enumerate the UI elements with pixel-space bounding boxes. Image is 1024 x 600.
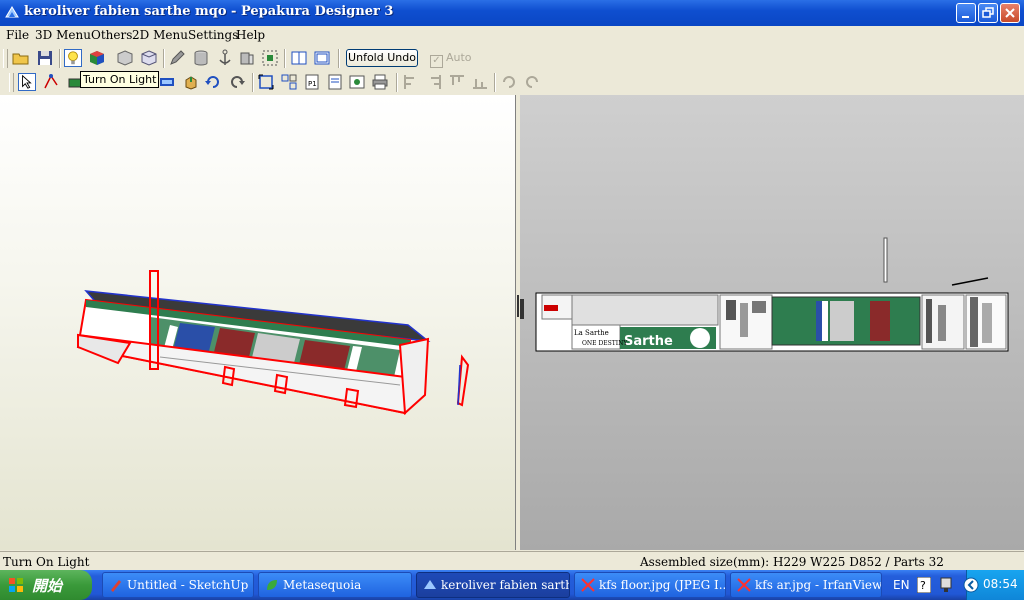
menu-file[interactable]: File <box>6 28 29 42</box>
dual-view-icon[interactable] <box>313 49 331 67</box>
2d-unfold-pane[interactable]: Sarthe La Sarthe ONE DESTINY <box>520 95 1024 550</box>
box-icon[interactable] <box>140 49 158 67</box>
svg-text:P1: P1 <box>308 80 317 88</box>
join-edge-icon[interactable] <box>42 73 60 91</box>
sarthe-logo-text: Sarthe <box>624 334 673 349</box>
leaf-icon <box>267 580 277 590</box>
close-icon <box>1005 8 1015 18</box>
fit-page-icon[interactable] <box>257 73 275 91</box>
3d-view-pane[interactable] <box>0 95 516 550</box>
app-window: keroliver fabien sarthe mqo - Pepakura D… <box>0 0 1024 571</box>
anchor-icon[interactable] <box>216 49 234 67</box>
clock[interactable]: 08:54 <box>983 577 1018 591</box>
network-icon[interactable] <box>940 576 952 594</box>
cylinder-icon[interactable] <box>192 49 210 67</box>
assembled-size: Assembled size(mm): H229 W225 D852 / Par… <box>640 555 944 569</box>
tooltip: Turn On Light <box>80 71 160 88</box>
pepakura-app-icon <box>5 6 19 18</box>
pepakura-task-icon <box>424 580 436 589</box>
task-sketchup[interactable]: Untitled - SketchUp <box>102 572 254 598</box>
align-right-icon <box>431 75 441 89</box>
toolbar-grip[interactable] <box>3 49 8 68</box>
align-icon[interactable] <box>261 49 279 67</box>
start-label: 開始 <box>32 577 63 595</box>
minimize-icon <box>962 16 969 18</box>
save-icon[interactable] <box>36 49 54 67</box>
language-indicator[interactable]: EN <box>893 578 910 592</box>
help-icon[interactable]: ? <box>917 577 931 593</box>
check-icon: ✓ <box>430 55 443 68</box>
menu-3d[interactable]: 3D Menu <box>35 28 91 42</box>
align-left-icon <box>404 75 414 89</box>
irfanview-icon <box>737 578 751 592</box>
texture-cube-icon[interactable] <box>88 49 106 67</box>
print-setup-icon[interactable] <box>326 73 344 91</box>
status-bar: Turn On Light Assembled size(mm): H229 W… <box>0 551 1024 571</box>
unfold-undo-button[interactable]: Unfold Undo <box>346 49 418 67</box>
rotate-right-icon[interactable] <box>228 73 246 91</box>
tray-expand-icon[interactable] <box>963 577 979 593</box>
pencil-icon[interactable] <box>168 49 186 67</box>
rotate-90-right-icon <box>526 76 538 88</box>
fold-box-icon[interactable] <box>182 73 200 91</box>
select-arrow-icon[interactable] <box>18 73 36 91</box>
status-message: Turn On Light <box>3 555 90 569</box>
2d-pattern-render: Sarthe La Sarthe ONE DESTINY <box>520 237 1009 352</box>
print-icon[interactable] <box>371 73 389 91</box>
rotate-90-left-icon <box>503 76 515 88</box>
rotate-left-icon[interactable] <box>204 73 222 91</box>
menu-others[interactable]: Others <box>91 28 132 42</box>
extrude-icon[interactable] <box>238 49 256 67</box>
menu-bar: File 3D Menu Others 2D Menu Settings Hel… <box>0 26 1024 45</box>
auto-checkbox[interactable]: ✓ Auto <box>430 51 472 68</box>
toolbar-main: Unfold Undo ✓ Auto <box>0 47 1024 70</box>
task-kfs-floor[interactable]: kfs floor.jpg (JPEG I... <box>574 572 726 598</box>
task-kfs-ar[interactable]: kfs ar.jpg - IrfanView ... <box>730 572 882 598</box>
task-pepakura[interactable]: keroliver fabien sarthe... <box>416 572 570 598</box>
menu-settings[interactable]: Settings <box>188 28 238 42</box>
3d-model-render <box>76 270 470 416</box>
start-button[interactable]: 開始 <box>0 570 92 600</box>
toolbar-grip[interactable] <box>9 73 14 92</box>
light-bulb-icon[interactable] <box>64 49 82 67</box>
restore-icon <box>982 7 994 18</box>
auto-label: Auto <box>446 51 472 64</box>
wire-cube-icon[interactable] <box>116 49 134 67</box>
irfanview-icon <box>581 578 595 592</box>
align-top-icon <box>450 75 464 85</box>
taskbar: 開始 Untitled - SketchUp Metasequoia kerol… <box>0 570 1024 600</box>
svg-text:?: ? <box>920 579 926 592</box>
model-small-text-1: La Sarthe <box>574 329 609 337</box>
title-bar[interactable]: keroliver fabien sarthe mqo - Pepakura D… <box>0 0 1024 26</box>
flap-icon[interactable] <box>158 73 176 91</box>
windows-logo-icon <box>9 578 23 592</box>
image-icon[interactable] <box>348 73 366 91</box>
menu-2d[interactable]: 2D Menu <box>132 28 188 42</box>
page-settings-icon[interactable]: P1 <box>303 73 321 91</box>
menu-help[interactable]: Help <box>236 28 265 42</box>
close-button[interactable] <box>1000 3 1020 23</box>
system-tray: 08:54 <box>963 570 1024 600</box>
restore-button[interactable] <box>978 3 998 23</box>
minimize-button[interactable] <box>956 3 976 23</box>
align-bottom-icon <box>473 79 487 89</box>
window-title: keroliver fabien sarthe mqo - Pepakura D… <box>24 4 394 19</box>
arrange-icon[interactable] <box>280 73 298 91</box>
open-icon[interactable] <box>12 49 30 67</box>
single-view-icon[interactable] <box>290 49 308 67</box>
task-metasequoia[interactable]: Metasequoia <box>258 572 412 598</box>
model-small-text-2: ONE DESTINY <box>582 340 628 347</box>
sketchup-icon <box>111 580 121 592</box>
